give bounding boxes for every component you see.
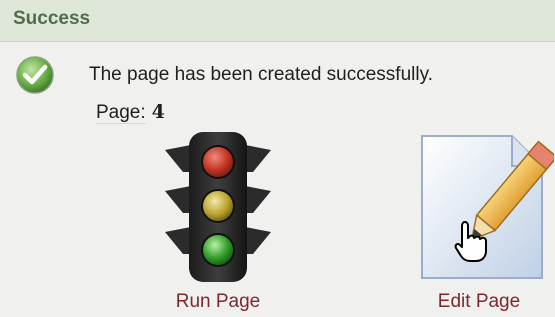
run-page-label[interactable]: Run Page [143,291,293,313]
traffic-light-icon [165,132,271,282]
success-message: The page has been created successfully. [89,64,433,85]
hand-cursor-icon [454,221,487,262]
page-info: Page: 4 [96,101,165,126]
edit-page-button[interactable]: Edit Page [404,128,554,313]
success-header: Success [0,0,555,42]
check-icon [16,56,54,94]
header-title: Success [13,8,91,29]
page-label: Page: [96,102,146,124]
run-page-button[interactable]: Run Page [143,128,293,313]
edit-page-label[interactable]: Edit Page [404,291,554,313]
page-number: 4 [151,101,165,123]
